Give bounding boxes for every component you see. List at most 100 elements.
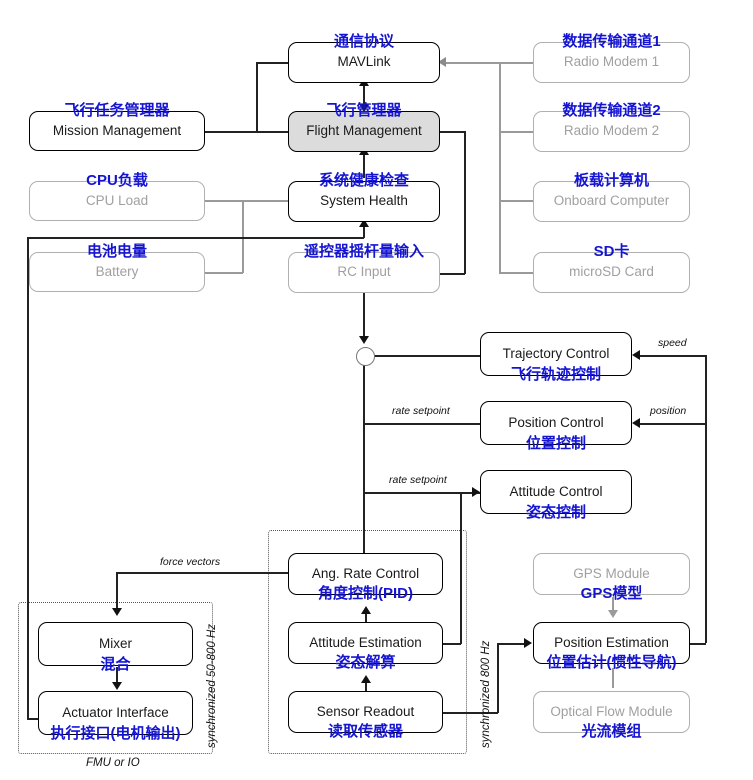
node-flight-management-en: Flight Management <box>306 123 422 139</box>
arrow-attitude-in <box>472 487 480 497</box>
node-onboard-computer[interactable]: 板载计算机 Onboard Computer <box>533 173 690 222</box>
node-mixer-en: Mixer <box>99 635 132 651</box>
arrow-angrate-from-est <box>361 606 371 614</box>
node-radio-modem-1-cn: 数据传输通道1 <box>562 33 661 50</box>
node-mavlink[interactable]: 通信协议 MAVLink <box>288 34 440 83</box>
node-mission-management[interactable]: 飞行任务管理器 Mission Management <box>29 103 205 151</box>
bus-sdcard <box>499 272 534 274</box>
node-position-estimation[interactable]: Position Estimation 位置估计(惯性导航) <box>533 622 690 670</box>
sensor-up <box>497 643 499 713</box>
speed-feedback <box>640 355 706 357</box>
group-sync-800-rate: synchronized 800 Hz <box>480 640 492 748</box>
node-microsd-card[interactable]: SD卡 microSD Card <box>533 244 690 293</box>
arrow-trajectory-speed <box>632 350 640 360</box>
edge-label-rate-setpoint-1: rate setpoint <box>392 405 450 417</box>
node-attitude-control-cn: 姿态控制 <box>525 504 587 521</box>
node-cpu-load[interactable]: CPU负载 CPU Load <box>29 173 205 221</box>
bus-to-mavlink <box>446 62 534 64</box>
node-sensor-readout[interactable]: Sensor Readout 读取传感器 <box>288 691 443 739</box>
node-attitude-control-en: Attitude Control <box>509 483 603 499</box>
node-microsd-card-cn: SD卡 <box>593 243 630 260</box>
node-cpu-load-en: CPU Load <box>85 192 149 208</box>
node-mavlink-en: MAVLink <box>337 54 391 70</box>
arrow-actuator-in <box>112 682 122 690</box>
flow-to-posest <box>612 668 614 688</box>
node-battery-cn: 电池电量 <box>86 243 148 260</box>
node-gps-module[interactable]: GPS Module GPS模型 <box>533 553 690 601</box>
node-optical-flow-en: Optical Flow Module <box>550 703 673 719</box>
node-microsd-card-en: microSD Card <box>569 264 654 280</box>
arrow-position-feedback <box>632 418 640 428</box>
node-radio-modem-1-en: Radio Modem 1 <box>563 54 660 70</box>
node-rc-input-cn: 遥控器摇杆量输入 <box>303 243 425 260</box>
bus-onboard <box>499 200 534 202</box>
position-feedback <box>640 423 706 425</box>
node-sensor-readout-en: Sensor Readout <box>316 703 415 719</box>
mission-out <box>205 131 257 133</box>
group-fmu-io-label: FMU or IO <box>86 757 140 769</box>
arrow-posest-in <box>524 638 532 648</box>
signal-junction <box>356 347 375 366</box>
node-ang-rate-control-en: Ang. Rate Control <box>311 565 420 581</box>
control-bus-vertical <box>363 364 365 581</box>
group-fmu-io-rate: synchronized 50-800 Hz <box>206 623 218 748</box>
estimation-feedback-out <box>688 643 706 645</box>
node-optical-flow[interactable]: Optical Flow Module 光流模组 <box>533 691 690 739</box>
node-trajectory-control-cn: 飞行轨迹控制 <box>510 366 602 383</box>
node-position-control-cn: 位置控制 <box>525 435 587 452</box>
node-mixer[interactable]: Mixer 混合 <box>38 622 193 672</box>
node-radio-modem-2[interactable]: 数据传输通道2 Radio Modem 2 <box>533 103 690 152</box>
node-flight-management[interactable]: 飞行管理器 Flight Management <box>288 103 440 152</box>
node-attitude-control[interactable]: Attitude Control 姿态控制 <box>480 470 632 520</box>
edge-label-position: position <box>650 405 687 417</box>
node-system-health[interactable]: 系统健康检查 System Health <box>288 173 440 222</box>
node-gps-module-en: GPS Module <box>573 565 650 581</box>
node-position-estimation-en: Position Estimation <box>554 634 669 650</box>
edge-label-force-vectors: force vectors <box>160 556 221 568</box>
estimation-feedback-vertical <box>705 355 707 643</box>
bus-modem2 <box>499 131 534 133</box>
node-trajectory-control[interactable]: Trajectory Control 飞行轨迹控制 <box>480 332 632 382</box>
junction-to-position <box>363 423 480 425</box>
right-bus-vertical <box>499 62 501 273</box>
attitudeest-out <box>443 643 461 645</box>
node-battery-en: Battery <box>95 263 139 279</box>
junction-to-attitude <box>363 492 480 494</box>
node-radio-modem-2-en: Radio Modem 2 <box>563 123 660 139</box>
node-attitude-estimation[interactable]: Attitude Estimation 姿态解算 <box>288 622 443 670</box>
node-onboard-computer-en: Onboard Computer <box>553 193 670 209</box>
arrow-posest-gps <box>608 610 618 618</box>
node-attitude-estimation-en: Attitude Estimation <box>309 634 422 650</box>
health-to-flight <box>363 152 365 178</box>
arrow-attitudeest-in <box>361 675 371 683</box>
rc-down-to-junction <box>363 290 365 340</box>
rc-up <box>464 131 466 274</box>
rc-to-flight <box>440 131 465 133</box>
node-rc-input[interactable]: 遥控器摇杆量输入 RC Input <box>288 244 440 293</box>
node-ang-rate-control[interactable]: Ang. Rate Control 角度控制(PID) <box>288 553 443 601</box>
node-position-control-en: Position Control <box>508 414 604 430</box>
edge-label-speed: speed <box>658 337 687 349</box>
node-onboard-computer-cn: 板载计算机 <box>573 172 650 189</box>
actuator-feedback-top <box>27 237 364 239</box>
node-actuator-interface[interactable]: Actuator Interface 执行接口(电机输出) <box>38 691 193 741</box>
node-battery[interactable]: 电池电量 Battery <box>29 244 205 292</box>
node-cpu-load-cn: CPU负载 <box>86 172 148 189</box>
node-actuator-interface-en: Actuator Interface <box>62 704 169 720</box>
architecture-diagram: speed position rate setpoint rate setpoi… <box>0 0 753 780</box>
node-system-health-en: System Health <box>320 193 408 209</box>
force-vectors-line <box>116 572 288 574</box>
node-radio-modem-1[interactable]: 数据传输通道1 Radio Modem 1 <box>533 34 690 83</box>
attitudeest-up <box>460 492 462 644</box>
arrow-junction-in <box>359 336 369 344</box>
node-radio-modem-2-cn: 数据传输通道2 <box>562 102 661 119</box>
node-trajectory-control-en: Trajectory Control <box>502 345 610 361</box>
arrow-mixer-in <box>112 608 122 616</box>
node-position-control[interactable]: Position Control 位置控制 <box>480 401 632 451</box>
node-mavlink-cn: 通信协议 <box>333 33 395 50</box>
battery-right <box>205 272 243 274</box>
mission-up <box>256 62 258 132</box>
node-mission-management-cn: 飞行任务管理器 <box>64 102 170 119</box>
node-mission-management-en: Mission Management <box>52 122 182 138</box>
edge-label-rate-setpoint-2: rate setpoint <box>389 474 447 486</box>
